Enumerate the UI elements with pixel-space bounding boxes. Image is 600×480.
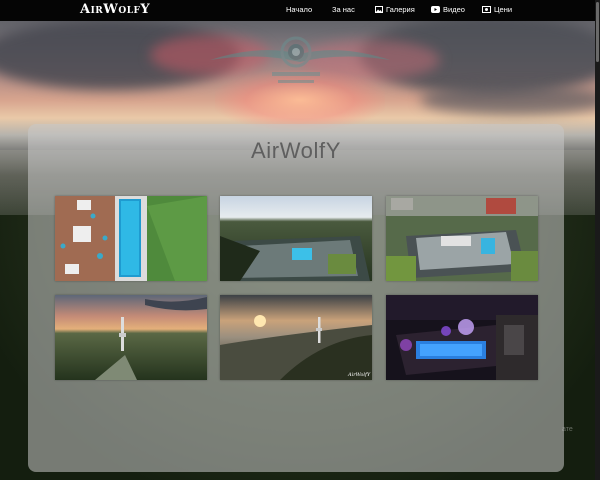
page-title: AirWolfY	[251, 138, 341, 163]
logo-watermark-icon	[210, 36, 390, 83]
gallery-photo-tv-tower-misty-sunrise[interactable]: AirWolfY	[220, 295, 372, 380]
gallery-photo-night-rooftop-party[interactable]	[386, 295, 538, 380]
gallery-photo-city-rooftop-pool[interactable]	[386, 196, 538, 281]
nav-item-label: Галерия	[386, 5, 415, 14]
nav-item-label: Начало	[286, 5, 313, 14]
nav-item-label: Видео	[443, 5, 465, 14]
nav-item-label: За нас	[332, 5, 355, 14]
brand-logo[interactable]: AirWolfY	[80, 2, 150, 17]
nav-item-video[interactable]: Видео	[431, 5, 465, 14]
image-icon	[375, 6, 383, 13]
nav-item-prices[interactable]: Цени	[482, 5, 512, 14]
youtube-icon	[431, 6, 440, 13]
gallery-photo-rooftop-pool-party[interactable]	[55, 196, 207, 281]
page-scrollbar[interactable]	[595, 0, 600, 480]
nav-item-gallery[interactable]: Галерия	[375, 5, 415, 14]
nav-item-label: Цени	[494, 5, 513, 14]
scrollbar-thumb[interactable]	[596, 2, 599, 62]
money-icon	[482, 6, 491, 13]
photo-signature: AirWolfY	[347, 372, 371, 378]
top-navbar: AirWolfY Начало За нас Галерия Видео Цен…	[0, 0, 600, 21]
nav-item-home[interactable]: Начало	[286, 5, 312, 14]
gallery-photo-rooftop-pool-panorama[interactable]	[220, 196, 372, 281]
nav-item-about[interactable]: За нас	[332, 5, 355, 14]
gallery-photo-tv-tower-sunset[interactable]	[55, 295, 207, 380]
